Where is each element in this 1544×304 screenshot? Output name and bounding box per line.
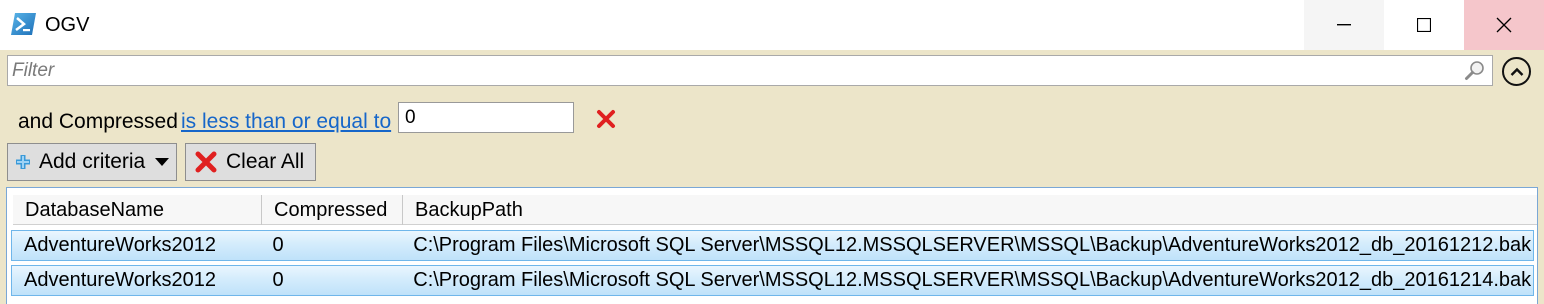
criteria-operator-link[interactable]: is less than or equal to xyxy=(181,110,391,134)
maximize-icon xyxy=(1417,18,1431,32)
filter-box xyxy=(7,55,1493,86)
collapse-button[interactable] xyxy=(1502,57,1531,86)
clear-icon xyxy=(195,151,217,173)
results-grid: DatabaseName Compressed BackupPath Adven… xyxy=(6,187,1538,304)
column-header-backuppath[interactable]: BackupPath xyxy=(403,195,1537,225)
plus-icon xyxy=(16,155,30,169)
table-row[interactable]: AdventureWorks2012 0 C:\Program Files\Mi… xyxy=(11,265,1534,296)
grid-header: DatabaseName Compressed BackupPath xyxy=(13,195,1537,225)
dropdown-arrow-icon xyxy=(155,158,170,166)
cell-databasename: AdventureWorks2012 xyxy=(24,269,216,291)
close-icon xyxy=(1496,17,1512,33)
clear-all-label: Clear All xyxy=(226,150,305,173)
filter-input[interactable] xyxy=(12,58,1452,83)
minimize-button[interactable] xyxy=(1304,0,1384,50)
criteria-value-input[interactable] xyxy=(398,102,574,133)
search-icon[interactable] xyxy=(1464,59,1486,81)
column-header-databasename[interactable]: DatabaseName xyxy=(13,195,262,225)
cell-backuppath: C:\Program Files\Microsoft SQL Server\MS… xyxy=(413,234,1532,256)
window-title: OGV xyxy=(45,14,90,36)
remove-criteria-icon[interactable] xyxy=(596,109,616,129)
add-criteria-label: Add criteria xyxy=(39,150,146,173)
maximize-button[interactable] xyxy=(1384,0,1464,50)
criteria-row: and Compressed is less than or equal to xyxy=(0,100,700,140)
powershell-icon xyxy=(11,13,36,35)
cell-compressed: 0 xyxy=(272,269,284,291)
chevron-up-icon xyxy=(1510,67,1523,76)
clear-all-button[interactable]: Clear All xyxy=(185,143,316,181)
add-criteria-button[interactable]: Add criteria xyxy=(7,143,177,181)
criteria-label: and Compressed xyxy=(18,110,178,133)
title-bar: OGV xyxy=(0,0,1544,50)
cell-backuppath: C:\Program Files\Microsoft SQL Server\MS… xyxy=(413,269,1532,291)
column-header-compressed[interactable]: Compressed xyxy=(262,195,403,225)
close-button[interactable] xyxy=(1464,0,1544,50)
cell-databasename: AdventureWorks2012 xyxy=(24,234,216,256)
cell-compressed: 0 xyxy=(272,234,284,256)
minimize-icon xyxy=(1337,24,1351,26)
table-row[interactable]: AdventureWorks2012 0 C:\Program Files\Mi… xyxy=(11,230,1534,261)
